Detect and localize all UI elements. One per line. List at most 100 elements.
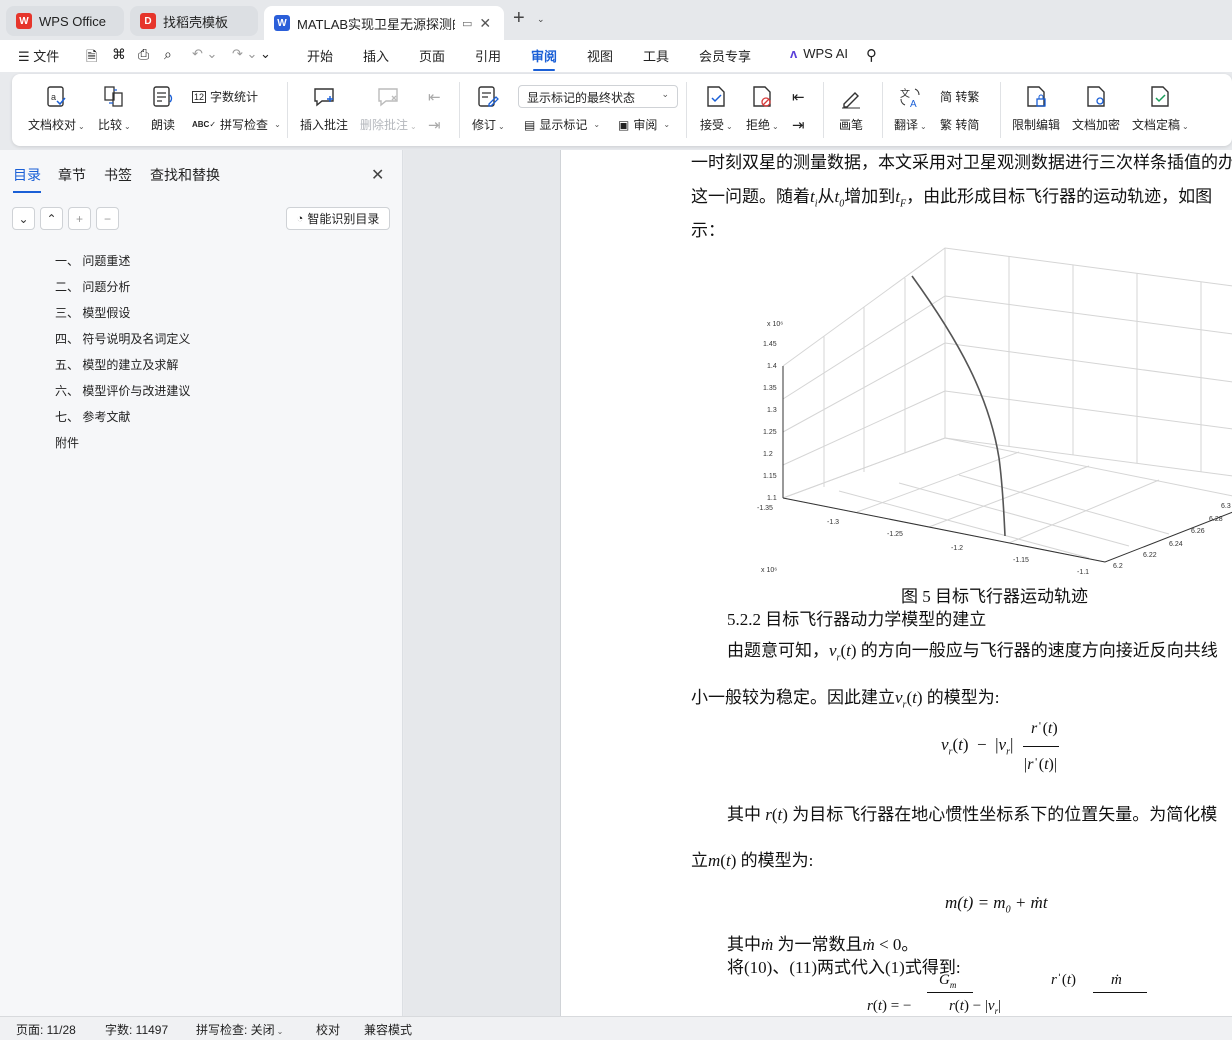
body-text: 将(10)、(11)两式代入(1)式得到: — [727, 958, 961, 977]
menu-reference[interactable]: 引用 — [475, 46, 501, 65]
toc-item[interactable]: 四、 符号说明及名词定义 — [55, 330, 190, 347]
document-page[interactable]: 一时刻双星的测量数据，本文采用对卫星观测数据进行三次样条插值的办 这一问题。随着… — [560, 150, 1232, 1016]
menu-review[interactable]: 审阅 — [531, 46, 557, 71]
word-count-button[interactable]: 12 字数统计 — [192, 88, 258, 105]
spell-check-button[interactable]: ABC✓ 拼写检查 ⌄ — [192, 116, 281, 133]
revise-button[interactable]: 修订 ⌄ — [472, 84, 505, 133]
menu-insert[interactable]: 插入 — [363, 46, 389, 65]
monitor-icon[interactable]: ▭ — [462, 17, 472, 30]
delete-comment-button[interactable]: 删除批注 ⌄ — [360, 84, 417, 133]
page-indicator[interactable]: 页面: 11/28 — [16, 1021, 76, 1038]
word-count-status[interactable]: 字数: 11497 — [105, 1021, 168, 1038]
close-tab-icon[interactable]: ✕ — [479, 15, 491, 32]
tab-label: MATLAB实现卫星无源探测的飞 — [297, 16, 455, 32]
chevron-down-icon[interactable]: ⌄ — [537, 14, 545, 25]
toc-item[interactable]: 五、 模型的建立及求解 — [55, 356, 178, 373]
body-text: 立m(t) 的模型为: — [691, 851, 814, 870]
compare-button[interactable]: 比较 ⌄ — [98, 84, 131, 133]
word-count-icon: 12 — [192, 90, 207, 103]
close-pane-icon[interactable]: ✕ — [371, 165, 384, 185]
finalize-icon — [1151, 86, 1170, 107]
proofread-status[interactable]: 校对 — [316, 1021, 340, 1038]
print-icon[interactable]: ⎙ — [138, 46, 149, 63]
tab-label: 找稻壳模板 — [163, 14, 229, 30]
review-pane-button[interactable]: ▣ 审阅 ⌄ — [618, 116, 670, 133]
tab-bookmarks[interactable]: 书签 — [104, 165, 132, 185]
x-tick: -1.3 — [827, 519, 839, 526]
delete-comment-icon — [378, 88, 399, 107]
toc-item[interactable]: 三、 模型假设 — [55, 304, 130, 321]
insert-comment-button[interactable]: 插入批注 — [300, 84, 348, 133]
prev-comment-icon[interactable]: ⇤ — [428, 88, 441, 106]
pen-icon — [842, 92, 860, 109]
toc-item[interactable]: 七、 参考文献 — [55, 408, 130, 425]
menu-start[interactable]: 开始 — [307, 46, 333, 65]
tab-find-replace[interactable]: 查找和替换 — [150, 165, 220, 185]
wps-ai-icon: ᴧ — [790, 46, 798, 61]
collapse-up-button[interactable]: ⌃ — [40, 207, 63, 230]
finalize-button[interactable]: 文档定稿 ⌄ — [1132, 84, 1189, 133]
spell-check-icon: ABC✓ — [192, 120, 217, 129]
show-markup-button[interactable]: ▤ 显示标记 ⌄ — [524, 116, 600, 133]
share-icon[interactable]: ⌘ — [112, 46, 126, 63]
svg-text:A: A — [910, 99, 917, 110]
compat-mode-status[interactable]: 兼容模式 — [364, 1021, 412, 1038]
save-icon[interactable]: 🗎 — [86, 46, 97, 70]
toc-item[interactable]: 二、 问题分析 — [55, 278, 130, 295]
new-tab-icon[interactable]: + — [513, 7, 525, 30]
to-simplified-button[interactable]: 繁 转简 — [940, 116, 979, 133]
x-tick: -1.15 — [1013, 557, 1029, 564]
read-aloud-icon — [153, 86, 173, 107]
y-tick: 6.24 — [1169, 541, 1183, 548]
body-text: 其中 r(t) 为目标飞行器在地心惯性坐标系下的位置矢量。为简化模 — [727, 805, 1218, 824]
redo-icon[interactable]: ↷ ⌄ — [232, 46, 257, 62]
more-chevron-icon[interactable]: ⌄ — [260, 46, 271, 62]
equation-mass: m(t) = m0 + ṁt — [945, 893, 1048, 916]
toc-item[interactable]: 一、 问题重述 — [55, 252, 130, 269]
read-aloud-button[interactable]: 朗读 — [150, 84, 176, 133]
toc-item[interactable]: 附件 — [55, 434, 79, 451]
encrypt-button[interactable]: 文档加密 — [1072, 84, 1120, 133]
file-menu[interactable]: ☰ 文件 — [18, 46, 59, 65]
menu-page[interactable]: 页面 — [419, 46, 445, 65]
accept-button[interactable]: 接受 ⌄ — [700, 84, 733, 133]
prev-change-icon[interactable]: ⇤ — [792, 88, 805, 106]
reject-button[interactable]: 拒绝 ⌄ — [746, 84, 779, 133]
equation-vr-den: |rˈ(t)| — [1024, 756, 1058, 773]
menu-view[interactable]: 视图 — [587, 46, 613, 65]
to-traditional-button[interactable]: 简 转繁 — [940, 88, 979, 105]
remove-level-button[interactable]: − — [96, 207, 119, 230]
tab-docer[interactable]: D 找稻壳模板 — [130, 6, 258, 36]
expand-down-button[interactable]: ⌄ — [12, 207, 35, 230]
undo-icon[interactable]: ↶ ⌄ — [192, 46, 217, 62]
equation-gm: Gm — [939, 972, 957, 990]
smart-toc-button[interactable]: ◔ 智能识别目录 — [286, 207, 390, 230]
print-preview-icon[interactable]: ⌕ — [164, 46, 172, 63]
smart-toc-icon: ◔ — [296, 212, 304, 225]
next-change-icon[interactable]: ⇥ — [792, 116, 805, 134]
doc-check-button[interactable]: a 文档校对 ⌄ — [28, 84, 85, 133]
translate-button[interactable]: 文A 翻译 ⌄ — [894, 84, 927, 133]
encrypt-icon — [1087, 86, 1105, 107]
tab-wps-office[interactable]: W WPS Office — [6, 6, 124, 36]
menu-member[interactable]: 会员专享 — [699, 46, 751, 65]
display-state-select[interactable]: 显示标记的最终状态 ⌄ — [518, 85, 678, 108]
wps-ai-button[interactable]: ᴧ WPS AI — [790, 46, 848, 61]
chevron-down-icon: ⌄ — [661, 89, 669, 99]
add-level-button[interactable]: + — [68, 207, 91, 230]
menu-tools[interactable]: 工具 — [643, 46, 669, 65]
search-icon[interactable]: ⚲ — [866, 46, 877, 64]
next-comment-icon[interactable]: ⇥ — [428, 116, 441, 134]
tab-chapters[interactable]: 章节 — [58, 165, 86, 185]
tab-document[interactable]: W MATLAB实现卫星无源探测的飞 ▭ ✕ — [264, 6, 504, 40]
accept-icon — [707, 86, 726, 107]
x-axis-label: x 10⁶ — [761, 567, 777, 574]
spell-check-status[interactable]: 拼写检查: 关闭 ⌄ — [196, 1021, 283, 1038]
pen-button[interactable]: 画笔 — [838, 84, 864, 133]
ribbon-toolbar: a 文档校对 ⌄ 比较 ⌄ 朗读 12 字数统计 ABC✓ 拼写检查 ⌄ 插入批注 删… — [12, 74, 1232, 146]
toc-item[interactable]: 六、 模型评价与改进建议 — [55, 382, 190, 399]
restrict-edit-button[interactable]: 限制编辑 — [1012, 84, 1060, 133]
equation-vr-num: rˈ(t) — [1031, 720, 1058, 737]
reject-icon — [753, 86, 772, 107]
tab-toc[interactable]: 目录 — [13, 165, 41, 193]
